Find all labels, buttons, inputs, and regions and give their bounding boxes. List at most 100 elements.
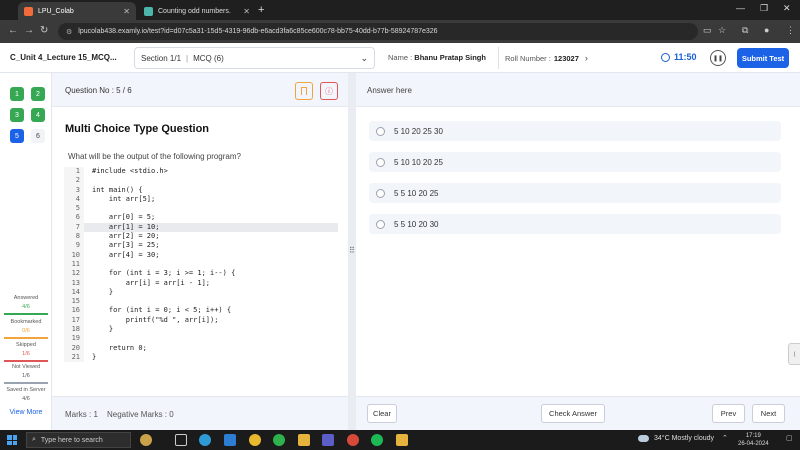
section-dropdown[interactable]: Section 1/1 | MCQ (6) ⌄ <box>134 47 375 69</box>
line-number: 6 <box>64 213 84 223</box>
close-tab-icon[interactable]: ✕ <box>243 7 250 16</box>
roll-value: 123027 <box>553 53 579 63</box>
clock-time: 17:19 <box>745 433 761 439</box>
line-number: 12 <box>64 269 84 279</box>
clear-button[interactable]: Clear <box>367 404 397 423</box>
option-4[interactable]: 5 5 10 20 30 <box>369 214 781 234</box>
forward-arrow-icon[interactable]: → <box>24 25 34 36</box>
next-button[interactable]: Next <box>752 404 785 423</box>
roll-label: Roll Number : <box>505 53 551 63</box>
question-number-2[interactable]: 2 <box>31 87 45 101</box>
url-text: lpucolab438.examly.io/test?id=d07c5a31-1… <box>78 28 438 35</box>
weather-temp: 34°C <box>654 435 670 442</box>
legend-bar <box>4 313 48 315</box>
prev-button[interactable]: Prev <box>712 404 745 423</box>
option-1[interactable]: 5 10 20 25 30 <box>369 121 781 141</box>
legend-label: Saved in Server <box>6 387 46 393</box>
question-number-3[interactable]: 3 <box>10 108 24 122</box>
option-3[interactable]: 5 5 10 20 25 <box>369 183 781 203</box>
back-arrow-icon[interactable]: ← <box>8 25 18 36</box>
code-line: 20 return 0; <box>64 343 338 353</box>
question-number-1[interactable]: 1 <box>10 87 24 101</box>
report-issue-button[interactable]: ⓘ <box>320 82 338 100</box>
new-tab-icon[interactable]: + <box>258 4 264 16</box>
option-label: 5 5 10 20 25 <box>394 188 439 198</box>
option-label: 5 10 20 25 30 <box>394 126 443 136</box>
legend-saved-in-server: Saved in Server 4/6 <box>4 387 48 402</box>
radio-button[interactable] <box>376 188 385 198</box>
side-panel-toggle[interactable]: ⟨ <box>788 343 800 365</box>
windows-start-icon[interactable] <box>7 435 17 445</box>
code-line: 3 int main() { <box>64 185 338 195</box>
question-number-5[interactable]: 5 <box>10 129 24 143</box>
cast-icon[interactable]: ▭ <box>703 25 712 36</box>
taskbar-search[interactable]: ⌕ Type here to search <box>26 432 131 448</box>
line-number: 13 <box>64 278 84 288</box>
close-tab-icon[interactable]: ✕ <box>123 7 130 16</box>
code-text: int arr[5]; <box>92 194 156 203</box>
check-answer-button[interactable]: Check Answer <box>541 404 605 423</box>
close-window-icon[interactable]: ✕ <box>783 3 791 14</box>
option-2[interactable]: 5 10 10 20 25 <box>369 152 781 172</box>
view-more-link[interactable]: View More <box>4 409 48 416</box>
drag-handle-icon[interactable]: ⠿ <box>349 246 355 255</box>
browser-tab-lpu-colab[interactable]: LPU_Colab ✕ <box>18 2 136 20</box>
question-header: Question No : 5 / 6 ⓘ <box>52 73 348 107</box>
course-title: C_Unit 4_Lecture 15_MCQ... <box>10 53 117 62</box>
code-text: } <box>92 325 114 334</box>
whatsapp-icon[interactable] <box>273 434 285 446</box>
test-header: C_Unit 4_Lecture 15_MCQ... Section 1/1 |… <box>0 43 800 73</box>
tray-chevron-icon[interactable]: ⌃ <box>722 434 728 442</box>
task-view-icon[interactable] <box>175 434 187 446</box>
chevron-right-icon[interactable]: › <box>585 53 588 63</box>
spotify-icon[interactable] <box>371 434 383 446</box>
weather-widget[interactable]: 34°C Mostly cloudy <box>638 435 714 442</box>
code-line: 10 arr[4] = 30; <box>64 250 338 260</box>
radio-button[interactable] <box>376 157 385 167</box>
browser-tab-counting[interactable]: Counting odd numbers. ✕ <box>138 2 256 20</box>
address-bar[interactable]: ⚙ lpucolab438.examly.io/test?id=d07c5a31… <box>58 23 698 40</box>
maximize-icon[interactable]: ❐ <box>760 3 768 14</box>
teams-icon[interactable] <box>322 434 334 446</box>
legend-label: Answered <box>13 295 39 301</box>
vscode-icon[interactable] <box>224 434 236 446</box>
code-text: for (int i = 3; i >= 1; i--) { <box>92 269 236 278</box>
site-info-icon[interactable]: ⚙ <box>66 28 72 36</box>
code-line: 2 <box>64 176 338 186</box>
search-placeholder: Type here to search <box>40 436 103 444</box>
question-panel: Question No : 5 / 6 ⓘ Multi Choice Type … <box>52 73 348 430</box>
cloud-icon <box>638 435 649 442</box>
pause-icon[interactable]: ❚❚ <box>710 50 726 66</box>
legend-bar <box>4 382 48 384</box>
radio-button[interactable] <box>376 126 385 136</box>
question-type-heading: Multi Choice Type Question <box>65 123 210 135</box>
minimize-icon[interactable]: — <box>736 3 745 13</box>
radio-button[interactable] <box>376 219 385 229</box>
notification-icon[interactable]: ▢ <box>786 434 793 442</box>
line-number: 17 <box>64 315 84 326</box>
extensions-icon[interactable]: ⧉ <box>742 25 748 36</box>
menu-kebab-icon[interactable]: ⋮ <box>786 25 795 36</box>
line-number: 14 <box>64 287 84 298</box>
bookmark-button[interactable] <box>295 82 313 100</box>
legend-skipped: Skipped 1/6 <box>4 342 48 362</box>
profile-avatar-icon[interactable]: ● <box>764 25 769 35</box>
legend-bar <box>4 360 48 362</box>
code-text: #include <stdio.h> <box>92 167 168 175</box>
widgets-icon[interactable] <box>140 434 152 446</box>
answer-header: Answer here <box>356 73 800 107</box>
folder-icon[interactable] <box>396 434 408 446</box>
code-text: int main() { <box>92 185 143 194</box>
system-clock[interactable]: 17:19 26-04-2024 <box>738 432 769 448</box>
bookmark-star-icon[interactable]: ☆ <box>718 25 726 36</box>
question-number-4[interactable]: 4 <box>31 108 45 122</box>
bookmark-icon <box>301 87 307 95</box>
reload-icon[interactable]: ↻ <box>40 25 48 36</box>
chrome-icon[interactable] <box>249 434 261 446</box>
edge-icon[interactable] <box>199 434 211 446</box>
legend-label: Skipped <box>16 342 36 348</box>
question-number-6[interactable]: 6 <box>31 129 45 143</box>
file-explorer-icon[interactable] <box>298 434 310 446</box>
submit-test-button[interactable]: Submit Test <box>737 48 789 68</box>
chrome-active-icon[interactable] <box>347 434 359 446</box>
